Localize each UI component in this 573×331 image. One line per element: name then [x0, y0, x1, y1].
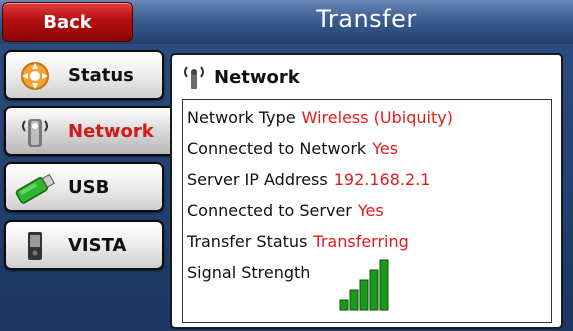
- main-area: Status Network USB VISTA Network Network…: [0, 44, 573, 331]
- header-bar: Back Transfer: [0, 0, 573, 45]
- row-label: Connected to Network: [187, 139, 367, 158]
- row-server-ip: Server IP Address 192.168.2.1: [187, 170, 430, 189]
- panel-header: Network: [180, 63, 300, 91]
- vista-device-icon: [28, 232, 42, 260]
- nav-usb-button[interactable]: USB: [4, 162, 164, 212]
- signal-bar: [359, 279, 369, 311]
- row-signal-strength: Signal Strength: [187, 263, 310, 282]
- nav-network-button[interactable]: Network: [4, 106, 180, 156]
- back-button[interactable]: Back: [2, 2, 133, 42]
- row-label: Signal Strength: [187, 263, 311, 282]
- row-connected-server: Connected to Server Yes: [187, 201, 384, 220]
- row-value: 192.168.2.1: [333, 170, 431, 189]
- antenna-icon: [22, 119, 48, 147]
- nav-status-button[interactable]: Status: [4, 50, 164, 100]
- row-connected-network: Connected to Network Yes: [187, 139, 398, 158]
- signal-strength-icon: [339, 259, 389, 311]
- signal-bar: [339, 299, 349, 311]
- row-label: Server IP Address: [187, 170, 328, 189]
- usb-drive-icon: [15, 173, 56, 204]
- row-transfer-status: Transfer Status Transferring: [187, 232, 409, 251]
- page-title: Transfer: [316, 5, 417, 33]
- signal-bar: [369, 269, 379, 311]
- nav-network-label: Network: [68, 121, 154, 142]
- row-value: Transferring: [313, 232, 409, 251]
- signal-bar: [379, 259, 389, 311]
- row-label: Network Type: [187, 108, 296, 127]
- nav-status-label: Status: [68, 65, 134, 86]
- row-value: Yes: [372, 139, 399, 158]
- nav-vista-label: VISTA: [68, 235, 127, 256]
- status-gear-icon: [21, 62, 49, 90]
- panel-title: Network: [214, 66, 300, 88]
- nav-usb-label: USB: [68, 177, 110, 198]
- nav-vista-button[interactable]: VISTA: [4, 220, 164, 270]
- row-value: Yes: [357, 201, 384, 220]
- network-panel: Network Network Type Wireless (Ubiquity) …: [170, 53, 563, 329]
- antenna-icon: [184, 66, 204, 89]
- row-label: Transfer Status: [187, 232, 308, 251]
- row-network-type: Network Type Wireless (Ubiquity): [187, 108, 453, 127]
- network-details: Network Type Wireless (Ubiquity) Connecte…: [182, 99, 552, 323]
- row-value: Wireless (Ubiquity): [301, 108, 453, 127]
- signal-bar: [349, 289, 359, 311]
- row-label: Connected to Server: [187, 201, 352, 220]
